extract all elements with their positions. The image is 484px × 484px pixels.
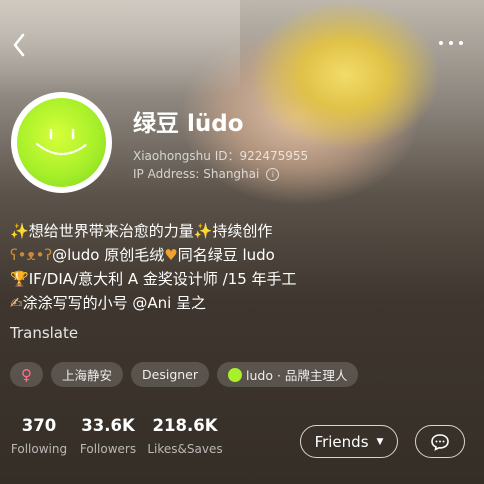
writing-hand-icon: ✍ — [10, 294, 23, 312]
likes-saves-count: 218.6K — [152, 416, 218, 435]
more-button[interactable] — [436, 35, 466, 49]
brand-logo-icon — [228, 367, 243, 382]
likes-saves-stat[interactable]: 218.6K Likes&Saves — [145, 416, 225, 456]
profile-bio: ✨想给世界带来治愈的力量✨持续创作 ʕ•ᴥ•ʔ@ludo 原创毛绒♥同名绿豆 l… — [10, 219, 297, 315]
back-button[interactable] — [8, 30, 34, 60]
info-icon[interactable]: i — [266, 168, 280, 181]
brand-tag-label: ludo · 品牌主理人 — [246, 368, 348, 383]
bio-text: IF/DIA/意大利 A 金奖设计师 /15 年手工 — [28, 270, 297, 288]
profile-name: 绿豆 lüdo — [133, 111, 244, 137]
message-icon — [431, 433, 449, 451]
avatar[interactable] — [11, 92, 112, 193]
bio-line: ʕ•ᴥ•ʔ@ludo 原创毛绒♥同名绿豆 ludo — [10, 243, 297, 267]
likes-saves-label: Likes&Saves — [147, 442, 223, 456]
followers-count: 33.6K — [81, 416, 135, 435]
bio-text: 持续创作 — [212, 222, 273, 240]
ip-address-text: IP Address: Shanghai — [133, 167, 260, 181]
bio-line: ✨想给世界带来治愈的力量✨持续创作 — [10, 219, 297, 243]
trophy-icon: 🏆 — [10, 270, 29, 288]
gender-tag: ♀ — [10, 362, 43, 387]
following-stat[interactable]: 370 Following — [10, 416, 68, 456]
bear-icon: ʕ•ᴥ•ʔ — [10, 246, 53, 264]
avatar-smiley-image — [17, 98, 106, 187]
location-tag: 上海静安 — [51, 362, 124, 387]
message-button[interactable] — [415, 425, 465, 458]
bio-text: 想给世界带来治愈的力量 — [28, 222, 194, 240]
bio-text: 同名绿豆 ludo — [177, 246, 275, 264]
followers-stat[interactable]: 33.6K Followers — [79, 416, 137, 456]
profile-id[interactable]: Xiaohongshu ID：922475955 — [133, 147, 308, 164]
bio-line: 🏆IF/DIA/意大利 A 金奖设计师 /15 年手工 — [10, 267, 297, 291]
job-tag: Designer — [131, 362, 210, 387]
back-arrow-icon — [13, 33, 25, 57]
bio-text: 涂涂写写的小号 @Ani 呈之 — [22, 294, 207, 312]
followers-label: Followers — [79, 442, 137, 456]
brand-tag[interactable]: ludo · 品牌主理人 — [217, 362, 359, 387]
translate-link[interactable]: Translate — [10, 324, 78, 342]
bio-text: @ludo 原创毛绒 — [52, 246, 165, 264]
female-icon: ♀ — [21, 365, 32, 384]
top-bar — [0, 30, 484, 62]
sparkle-icon: ✨ — [10, 222, 29, 240]
more-dots-icon — [439, 41, 463, 45]
following-count: 370 — [21, 416, 57, 435]
sparkle-icon: ✨ — [193, 222, 213, 240]
following-label: Following — [10, 442, 68, 456]
chevron-down-icon: ▼ — [376, 436, 384, 447]
profile-tags: ♀ 上海静安 Designer ludo · 品牌主理人 — [10, 362, 359, 387]
friends-button[interactable]: Friends ▼ — [300, 425, 398, 458]
smiley-face-icon — [35, 128, 88, 155]
profile-ip: IP Address: Shanghai i — [133, 167, 280, 181]
bio-line: ✍涂涂写写的小号 @Ani 呈之 — [10, 291, 297, 315]
friends-button-label: Friends — [314, 432, 369, 451]
heart-icon: ♥ — [164, 246, 178, 264]
